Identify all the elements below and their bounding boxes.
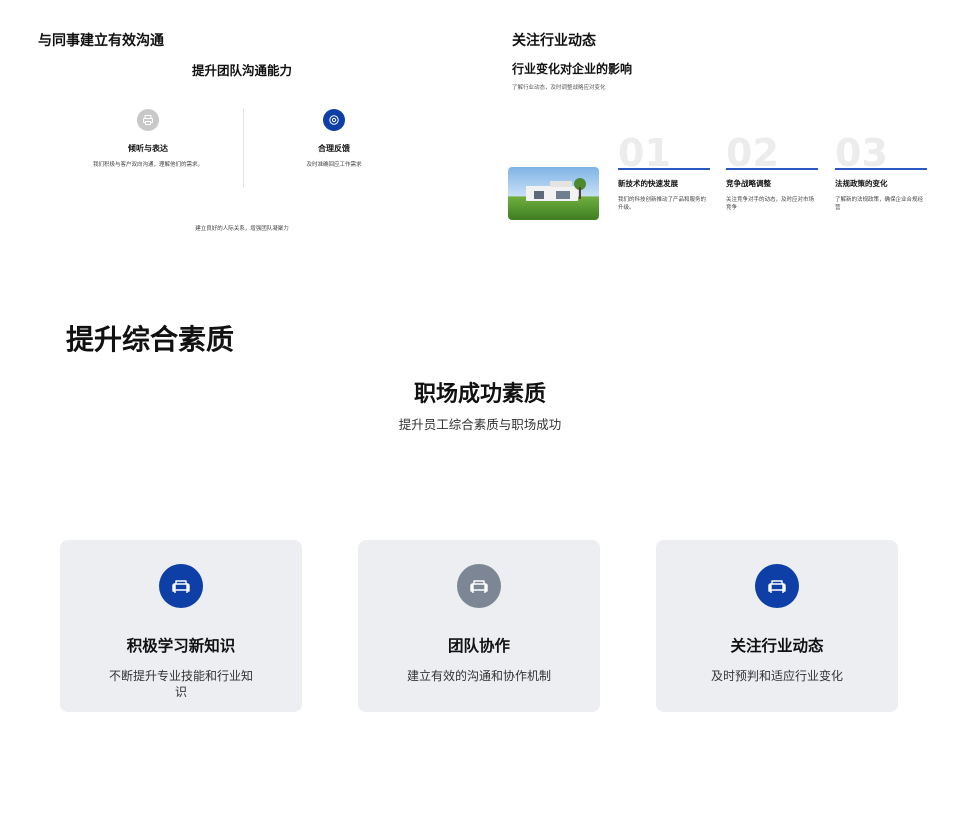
- column-02: 02 竞争战略调整 关注竞争对手的动态，及时应对市场竞争: [726, 136, 818, 212]
- feature-title: 合理反馈: [318, 144, 350, 153]
- industry-subtitle: 行业变化对企业的影响: [512, 62, 633, 76]
- quality-title: 提升综合素质: [66, 323, 235, 356]
- column-03: 03 法规政策的变化 了解新的法规政策，确保企业合规经营: [835, 136, 927, 212]
- quality-desc: 提升员工综合素质与职场成功: [398, 417, 562, 432]
- communication-footer: 建立良好的人际关系，增强团队凝聚力: [195, 226, 289, 232]
- column-title: 竞争战略调整: [726, 179, 771, 188]
- card-teamwork: 团队协作 建立有效的沟通和协作机制: [358, 540, 600, 712]
- card-desc: 及时预判和适应行业变化: [710, 669, 843, 683]
- industry-desc: 了解行业动态，及时调整战略应对变化: [512, 85, 606, 91]
- column-rule: [835, 168, 927, 170]
- column-desc: 关注竞争对手的动态，及时应对市场竞争: [726, 197, 815, 211]
- column-desc: 了解新的法规政策，确保企业合规经营: [835, 197, 924, 211]
- column-rule: [618, 168, 710, 170]
- column-title: 法规政策的变化: [835, 179, 888, 188]
- column-01: 01 新技术的快速发展 我们的科技创新推动了产品和服务的升级。: [618, 136, 710, 212]
- column-number: 03: [835, 136, 888, 168]
- sofa-icon: [755, 564, 799, 608]
- card-title: 关注行业动态: [730, 637, 824, 655]
- house-photo: [508, 167, 599, 220]
- card-learning: 积极学习新知识 不断提升专业技能和行业知识: [60, 540, 302, 712]
- column-title: 新技术的快速发展: [618, 179, 678, 188]
- card-desc: 不断提升专业技能和行业知识: [108, 669, 253, 699]
- column-desc: 我们的科技创新推动了产品和服务的升级。: [618, 197, 707, 211]
- feature-feedback: 合理反馈 及时准确回应工作需求: [234, 109, 434, 168]
- printer-icon: [137, 109, 159, 131]
- card-desc: 建立有效的沟通和协作机制: [406, 669, 551, 683]
- feature-desc: 我们积极与客户双向沟通，理解他们的需求。: [92, 162, 203, 168]
- column-number: 02: [726, 136, 779, 168]
- sofa-icon: [159, 564, 203, 608]
- column-rule: [726, 168, 818, 170]
- card-industry: 关注行业动态 及时预判和适应行业变化: [656, 540, 898, 712]
- column-number: 01: [618, 136, 671, 168]
- communication-title: 与同事建立有效沟通: [38, 33, 164, 49]
- feature-listen: 倾听与表达 我们积极与客户双向沟通，理解他们的需求。: [48, 109, 248, 168]
- card-title: 团队协作: [447, 637, 510, 655]
- feature-title: 倾听与表达: [128, 144, 168, 153]
- feature-desc: 及时准确回应工作需求: [306, 162, 362, 168]
- card-title: 积极学习新知识: [126, 637, 236, 655]
- target-icon: [323, 109, 345, 131]
- industry-title: 关注行业动态: [512, 33, 596, 49]
- sofa-icon: [457, 564, 501, 608]
- quality-subtitle: 职场成功素质: [413, 382, 546, 407]
- communication-subtitle: 提升团队沟通能力: [191, 63, 292, 78]
